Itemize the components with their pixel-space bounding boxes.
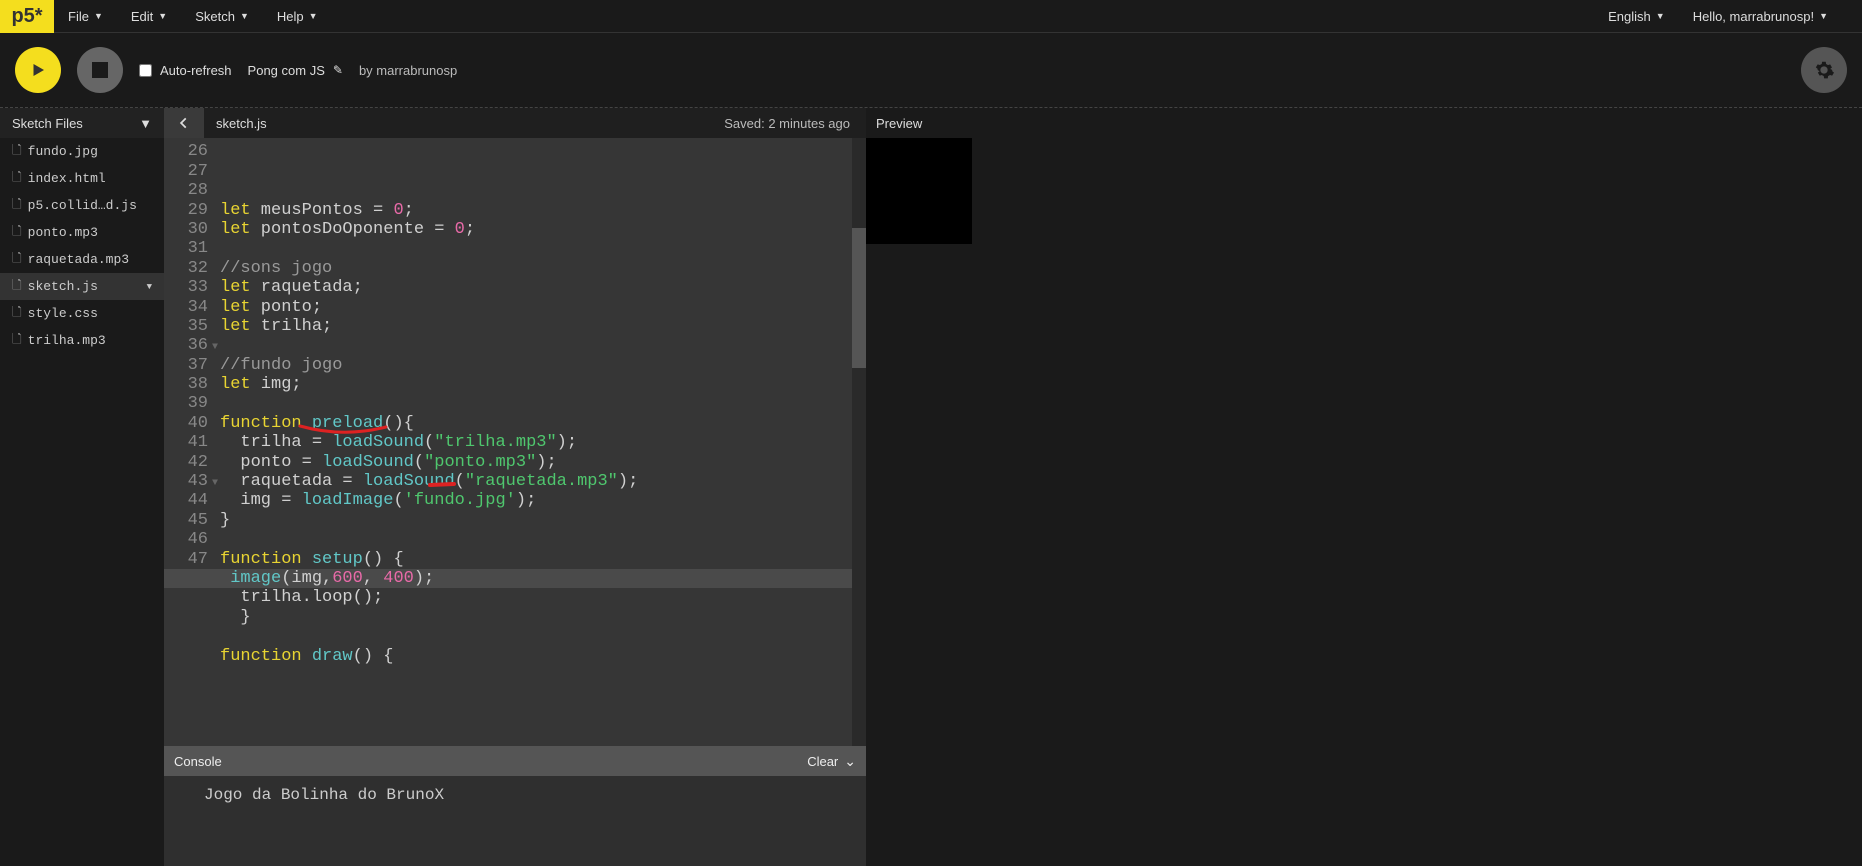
file-icon: 🗋: [12, 249, 22, 270]
console-clear-label: Clear: [807, 754, 838, 769]
file-name: sketch.js: [28, 279, 98, 294]
file-name: p5.collid…d.js: [28, 198, 137, 213]
menu-file-label: File: [68, 9, 89, 24]
auto-refresh-checkbox[interactable]: [139, 64, 152, 77]
gear-icon: [1813, 59, 1835, 81]
console-clear-button[interactable]: Clear ⌄: [807, 753, 856, 770]
file-name: index.html: [28, 171, 106, 186]
by-label: by: [359, 63, 373, 78]
caret-down-icon: ▼: [1656, 11, 1665, 21]
pencil-icon[interactable]: ✎: [333, 63, 343, 77]
file-item[interactable]: 🗋 fundo.jpg: [0, 138, 164, 165]
console-body[interactable]: Jogo da Bolinha do BrunoX: [164, 776, 866, 866]
chevron-down-icon: ⌄: [844, 753, 856, 770]
caret-down-icon: ▼: [158, 11, 167, 21]
file-name: style.css: [28, 306, 98, 321]
preview-label: Preview: [876, 116, 922, 131]
p5-logo[interactable]: p5*: [0, 0, 54, 33]
file-icon: 🗋: [12, 303, 22, 324]
file-icon: 🗋: [12, 141, 22, 162]
file-item[interactable]: 🗋 trilha.mp3: [0, 327, 164, 354]
menu-help-label: Help: [277, 9, 304, 24]
user-greeting: Hello, marrabrunosp!: [1693, 9, 1814, 24]
caret-down-icon: ▼: [139, 116, 152, 131]
stop-button[interactable]: [77, 47, 123, 93]
file-item[interactable]: 🗋 p5.collid…d.js: [0, 192, 164, 219]
top-menu-bar: p5* File ▼ Edit ▼ Sketch ▼ Help ▼ English ▼ H…: [0, 0, 1862, 33]
preview-column: Preview: [866, 108, 1862, 866]
sidebar-header[interactable]: Sketch Files ▼: [0, 108, 164, 138]
caret-down-icon: ▼: [309, 11, 318, 21]
menu-file[interactable]: File ▼: [54, 0, 117, 32]
menu-sketch[interactable]: Sketch ▼: [181, 0, 263, 32]
file-item[interactable]: 🗋 sketch.js ▼: [0, 273, 164, 300]
author-name[interactable]: marrabrunosp: [376, 63, 457, 78]
menu-help[interactable]: Help ▼: [263, 0, 332, 32]
stop-icon: [92, 62, 108, 78]
language-selector[interactable]: English ▼: [1594, 0, 1679, 32]
scrollbar-thumb[interactable]: [852, 228, 866, 368]
settings-button[interactable]: [1801, 47, 1847, 93]
file-name: raquetada.mp3: [28, 252, 129, 267]
file-item[interactable]: 🗋 index.html: [0, 165, 164, 192]
play-icon: [29, 61, 47, 79]
menu-edit[interactable]: Edit ▼: [117, 0, 181, 32]
caret-down-icon: ▼: [147, 282, 152, 292]
file-icon: 🗋: [12, 168, 22, 189]
file-item[interactable]: 🗋 style.css: [0, 300, 164, 327]
auto-refresh-label: Auto-refresh: [160, 63, 232, 78]
caret-down-icon: ▼: [1819, 11, 1828, 21]
console-header: Console Clear ⌄: [164, 746, 866, 776]
editor-wrap: 252627282930313233343536▼37383940414243▼…: [164, 138, 866, 746]
language-label: English: [1608, 9, 1651, 24]
file-name: fundo.jpg: [28, 144, 98, 159]
console-label: Console: [174, 754, 222, 769]
file-icon: 🗋: [12, 276, 22, 297]
file-icon: 🗋: [12, 222, 22, 243]
file-icon: 🗋: [12, 195, 22, 216]
caret-down-icon: ▼: [240, 11, 249, 21]
sidebar-title: Sketch Files: [12, 116, 83, 131]
editor-tabs: sketch.js Saved: 2 minutes ago: [164, 108, 866, 138]
code-area[interactable]: let meusPontos = 0;let pontosDoOponente …: [216, 138, 852, 746]
editor-column: sketch.js Saved: 2 minutes ago 252627282…: [164, 108, 866, 866]
caret-down-icon: ▼: [94, 11, 103, 21]
file-icon: 🗋: [12, 330, 22, 351]
right-menu: English ▼ Hello, marrabrunosp! ▼: [1594, 0, 1862, 32]
editor-scrollbar[interactable]: [852, 138, 866, 746]
main-area: Sketch Files ▼ 🗋 fundo.jpg 🗋 index.html 🗋 p5.…: [0, 108, 1862, 866]
save-status: Saved: 2 minutes ago: [724, 116, 850, 131]
file-sidebar: Sketch Files ▼ 🗋 fundo.jpg 🗋 index.html 🗋 p5.…: [0, 108, 164, 866]
sketch-name: Pong com JS ✎: [248, 63, 343, 78]
toolbar: Auto-refresh Pong com JS ✎ by marrabruno…: [0, 33, 1862, 108]
code-editor[interactable]: 252627282930313233343536▼37383940414243▼…: [164, 138, 866, 746]
file-item[interactable]: 🗋 ponto.mp3: [0, 219, 164, 246]
line-gutter: 252627282930313233343536▼37383940414243▼…: [164, 138, 216, 746]
play-button[interactable]: [15, 47, 61, 93]
auto-refresh-toggle[interactable]: Auto-refresh: [139, 63, 232, 78]
file-list: 🗋 fundo.jpg 🗋 index.html 🗋 p5.collid…d.js 🗋 pon…: [0, 138, 164, 866]
file-name: ponto.mp3: [28, 225, 98, 240]
menu-edit-label: Edit: [131, 9, 153, 24]
sketch-name-text: Pong com JS: [248, 63, 325, 78]
console-message: Jogo da Bolinha do BrunoX: [178, 782, 852, 808]
file-name: trilha.mp3: [28, 333, 106, 348]
sketch-author: by marrabrunosp: [359, 63, 457, 78]
user-menu[interactable]: Hello, marrabrunosp! ▼: [1679, 0, 1842, 32]
main-menu: File ▼ Edit ▼ Sketch ▼ Help ▼: [54, 0, 332, 32]
active-tab-name[interactable]: sketch.js: [216, 116, 267, 131]
preview-header: Preview: [866, 108, 1862, 138]
file-item[interactable]: 🗋 raquetada.mp3: [0, 246, 164, 273]
menu-sketch-label: Sketch: [195, 9, 235, 24]
chevron-left-icon: [177, 116, 191, 130]
collapse-sidebar-button[interactable]: [164, 108, 204, 138]
preview-canvas[interactable]: [866, 138, 972, 244]
